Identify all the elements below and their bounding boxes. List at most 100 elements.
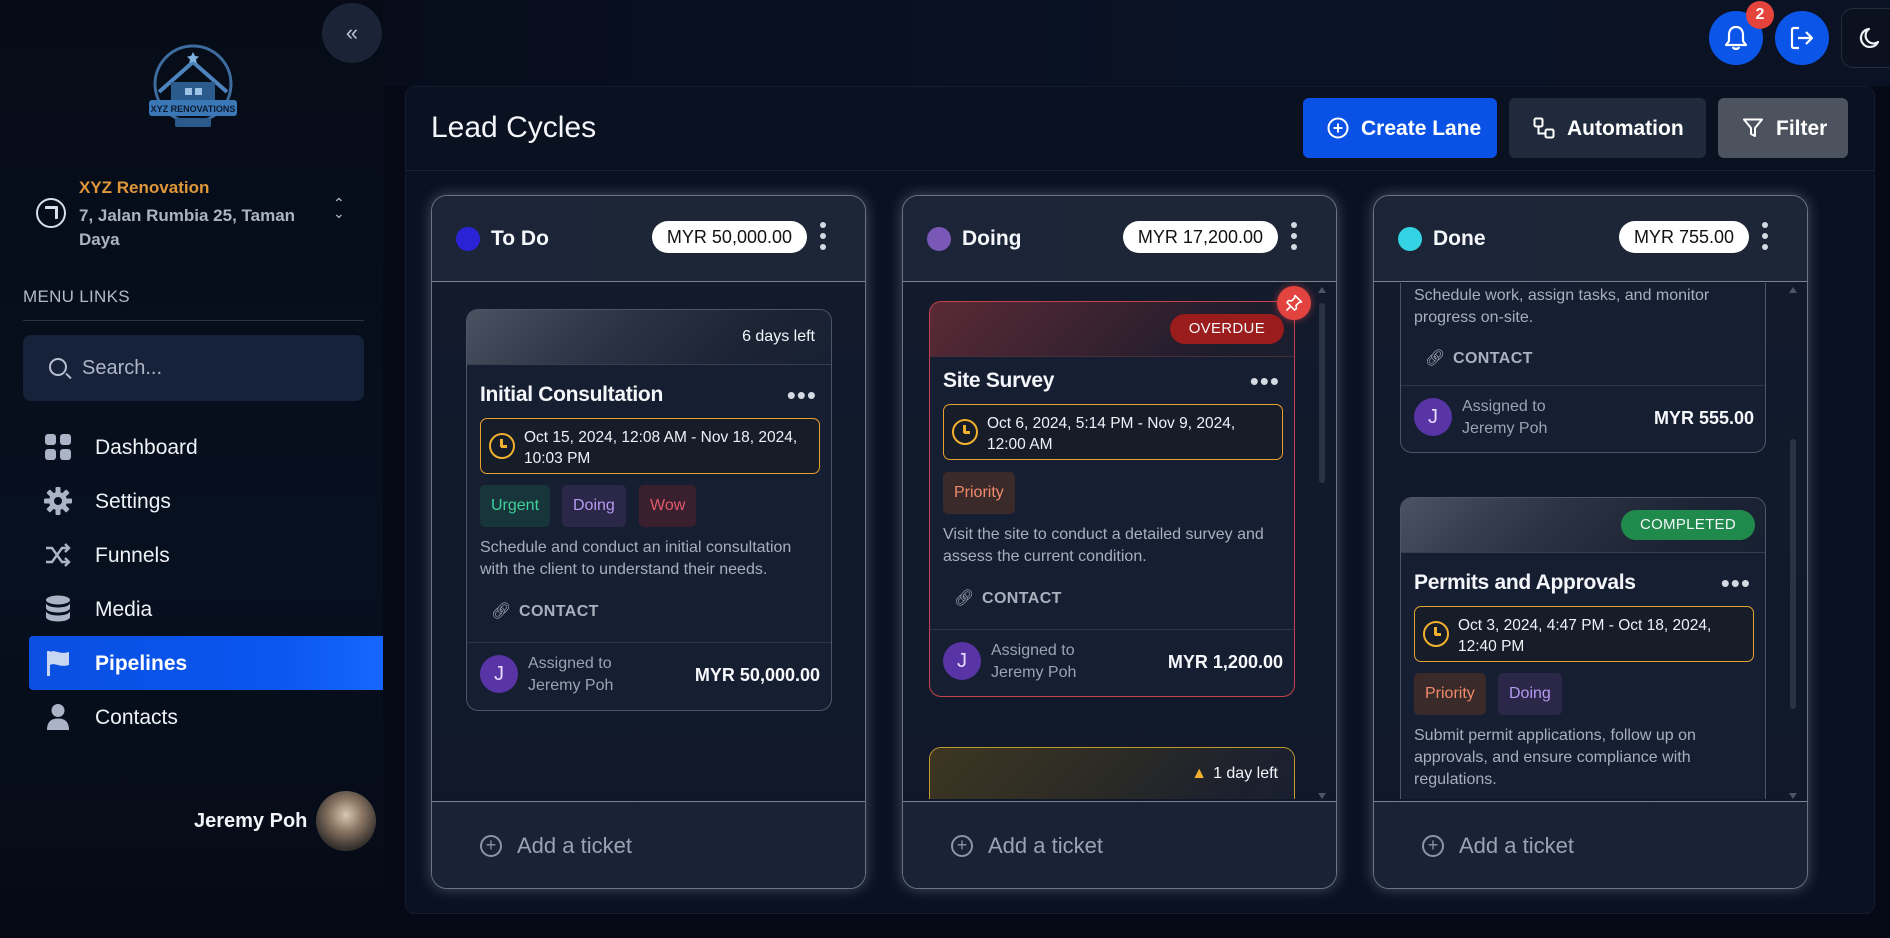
sidebar-item-funnels[interactable]: Funnels (29, 528, 383, 582)
add-ticket-button[interactable]: + Add a ticket (1374, 801, 1807, 888)
more-horizontal-icon[interactable]: ••• (1721, 570, 1751, 596)
logout-button[interactable] (1775, 11, 1829, 65)
plus-circle-icon: + (480, 835, 502, 857)
clock-icon (952, 419, 978, 445)
organization-switcher[interactable]: XYZ Renovation 7, Jalan Rumbia 25, Taman… (32, 176, 362, 250)
gear-icon (44, 487, 72, 515)
lane-todo: To Do MYR 50,000.00 6 days left Initial … (431, 195, 866, 889)
sidebar-item-contacts[interactable]: Contacts (29, 690, 383, 744)
add-ticket-label: Add a ticket (988, 833, 1103, 858)
clock-icon (1423, 621, 1449, 647)
lane-total-amount: MYR 17,200.00 (1122, 221, 1278, 253)
scroll-up-arrow[interactable] (1318, 287, 1326, 293)
warning-icon: ▲ (1191, 765, 1208, 782)
assigned-to: Assigned to Jeremy Poh (1462, 398, 1548, 437)
tag-doing[interactable]: Doing (1498, 673, 1562, 715)
ticket-description: Visit the site to conduct a detailed sur… (943, 526, 1264, 565)
more-horizontal-icon[interactable]: ••• (1250, 368, 1280, 394)
scrollbar[interactable] (1789, 287, 1797, 799)
ticket-description: Schedule and conduct an initial consulta… (480, 539, 792, 578)
add-ticket-button[interactable]: + Add a ticket (903, 801, 1336, 888)
date-range: Oct 15, 2024, 12:08 AM - Nov 18, 2024, 1… (480, 418, 820, 474)
pin-button[interactable] (1277, 286, 1311, 320)
notification-badge: 2 (1746, 1, 1774, 29)
filter-label: Filter (1776, 117, 1828, 140)
logo-text: XYZ RENOVATIONS (151, 104, 236, 114)
scrollbar[interactable] (1318, 287, 1326, 799)
lane-total-amount: MYR 755.00 (1618, 221, 1749, 253)
automation-button[interactable]: Automation (1509, 98, 1706, 158)
date-range-text: Oct 6, 2024, 5:14 PM - Nov 9, 2024, 12:0… (987, 415, 1236, 453)
lane-header: Doing MYR 17,200.00 (903, 196, 1336, 282)
ticket-amount: MYR 50,000.00 (694, 665, 820, 685)
create-lane-button[interactable]: Create Lane (1303, 98, 1497, 158)
ticket-card[interactable]: 6 days left Initial Consultation ••• Oct… (466, 309, 832, 711)
time-left: 1 day left (1213, 765, 1278, 782)
scroll-up-arrow[interactable] (1789, 287, 1797, 293)
more-vertical-icon[interactable] (1760, 222, 1770, 254)
add-ticket-label: Add a ticket (1459, 833, 1574, 858)
add-ticket-button[interactable]: + Add a ticket (432, 801, 865, 888)
lane-title: Done (1433, 227, 1486, 250)
contact-link[interactable]: 🔗︎ CONTACT (954, 588, 1062, 608)
ticket-card[interactable]: COMPLETED Permits and Approvals ••• Oct … (1400, 497, 1766, 799)
tag-priority[interactable]: Priority (943, 472, 1015, 514)
company-logo[interactable]: XYZ RENOVATIONS (145, 44, 241, 132)
sidebar-item-label: Settings (95, 490, 171, 513)
lane-color-dot (456, 227, 480, 251)
sidebar-item-dashboard[interactable]: Dashboard (29, 420, 383, 474)
search-input[interactable] (82, 353, 342, 383)
sidebar-item-pipelines[interactable]: Pipelines (29, 636, 383, 690)
tag-wow[interactable]: Wow (639, 485, 697, 527)
lane-title: Doing (962, 227, 1022, 250)
tag-priority[interactable]: Priority (1414, 673, 1486, 715)
plus-circle-icon (1327, 117, 1349, 139)
user-profile[interactable]: Jeremy Poh (180, 790, 380, 854)
status-badge: OVERDUE (1169, 314, 1284, 344)
plus-circle-icon: + (1422, 835, 1444, 857)
scroll-down-arrow[interactable] (1318, 793, 1326, 799)
clock-icon (489, 433, 515, 459)
more-horizontal-icon[interactable]: ••• (787, 382, 817, 408)
scrollbar-thumb[interactable] (1790, 439, 1796, 709)
assignee-avatar: J (943, 642, 981, 680)
ticket-title: Permits and Approvals (1414, 571, 1636, 594)
date-range: Oct 3, 2024, 4:47 PM - Oct 18, 2024, 12:… (1414, 606, 1754, 662)
theme-toggle-button[interactable] (1841, 8, 1890, 68)
avatar[interactable] (316, 791, 376, 851)
more-vertical-icon[interactable] (1289, 222, 1299, 254)
lane-body: Schedule work, assign tasks, and monitor… (1374, 283, 1807, 799)
contact-link[interactable]: 🔗︎ CONTACT (491, 601, 599, 621)
link-icon: 🔗︎ (954, 590, 975, 607)
divider (405, 170, 1875, 171)
card-footer: J Assigned to Jeremy Poh MYR 555.00 (1401, 385, 1765, 452)
collapse-sidebar-button[interactable]: « (322, 3, 382, 63)
sidebar-item-settings[interactable]: Settings (29, 474, 383, 528)
filter-button[interactable]: Filter (1718, 98, 1848, 158)
link-icon: 🔗︎ (491, 603, 512, 620)
card-footer: J Assigned to Jeremy Poh MYR 1,200.00 (930, 629, 1294, 696)
date-range-text: Oct 3, 2024, 4:47 PM - Oct 18, 2024, 12:… (1458, 617, 1712, 655)
flag-icon (47, 651, 69, 676)
card-banner: OVERDUE (930, 302, 1294, 357)
sidebar-item-media[interactable]: Media (29, 582, 383, 636)
ticket-amount: MYR 555.00 (1653, 408, 1754, 428)
contact-link[interactable]: 🔗︎ CONTACT (1425, 348, 1533, 368)
user-icon (47, 704, 69, 730)
scroll-down-arrow[interactable] (1789, 793, 1797, 799)
compass-icon (36, 198, 66, 228)
top-bar (383, 0, 1890, 86)
ticket-card[interactable]: Schedule work, assign tasks, and monitor… (1400, 283, 1766, 453)
ticket-title: Site Survey (943, 369, 1055, 392)
bell-icon (1724, 25, 1748, 50)
tag-urgent[interactable]: Urgent (480, 485, 551, 527)
chevron-up-down-icon: ⌃ ⌄ (333, 195, 345, 221)
more-vertical-icon[interactable] (818, 222, 828, 254)
pin-icon (1285, 294, 1303, 312)
tag-doing[interactable]: Doing (562, 485, 626, 527)
scrollbar-thumb[interactable] (1319, 303, 1325, 483)
time-left-wrapper: ▲ 1 day left (1191, 765, 1278, 783)
add-ticket-label: Add a ticket (517, 833, 632, 858)
ticket-card[interactable]: ▲ 1 day left (929, 747, 1295, 799)
ticket-card[interactable]: OVERDUE Site Survey ••• Oct 6, 2024, 5:1… (929, 301, 1295, 697)
